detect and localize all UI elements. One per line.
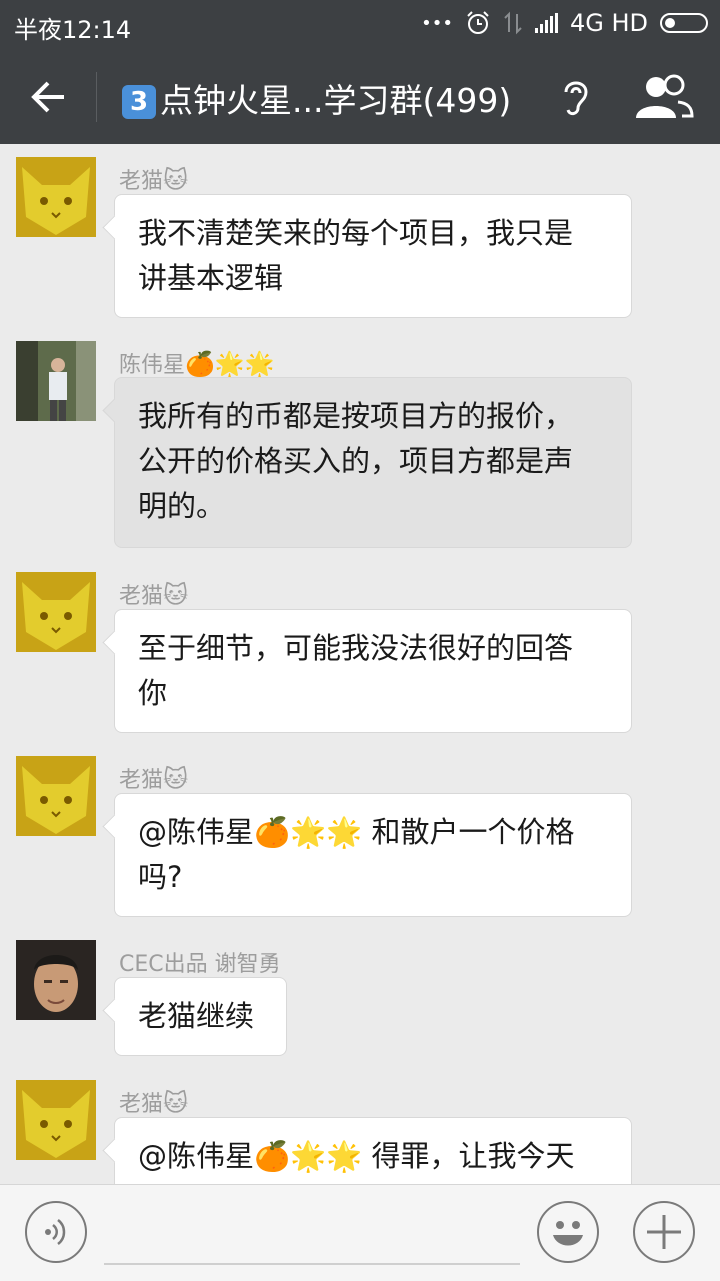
sender-name: 老猫🐱 [119,581,189,609]
group-number-badge: 3 [122,85,156,119]
avatar-person[interactable] [16,341,96,421]
message-text: @陈伟星🍊🌟🌟 和散户一个价格 吗? [138,815,575,894]
group-members-icon[interactable] [632,72,694,122]
status-bar: 半夜12:14 ••• 4G HD [0,0,720,50]
emoji-button[interactable] [537,1201,599,1263]
message-bubble[interactable]: @陈伟星🍊🌟🌟 得罪，让我今天 [114,1117,632,1184]
sender-name: CEC出品 谢智勇 [119,952,281,977]
sender-name: 老猫🐱 [119,1089,189,1117]
avatar-person[interactable] [16,940,96,1020]
message-text: 至于细节，可能我没法很好的回答 你 [138,631,574,710]
cat-avatar-image [22,167,90,235]
sender-emoji: 🍊🌟🌟 [185,350,275,378]
person-avatar-image [16,341,96,421]
message-text: 我不清楚笑来的每个项目，我只是 讲基本逻辑 [138,216,574,295]
chat-header: 3 点钟火星...学习群(499) [0,50,720,144]
data-transfer-icon [504,11,522,35]
alarm-icon [467,11,489,34]
avatar-cat[interactable] [16,756,96,836]
sender-name: 老猫🐱 [119,765,189,793]
chat-title: 3 点钟火星...学习群(499) [122,74,511,122]
sender-emoji: 🐱 [163,166,189,194]
message-text: 老猫继续 [138,999,255,1033]
sender-name: 老猫🐱 [119,166,189,194]
header-divider [96,72,97,122]
sender-name: 陈伟星🍊🌟🌟 [119,350,275,378]
chat-title-text: 点钟火星...学习群(499) [160,81,512,120]
more-button[interactable] [633,1201,695,1263]
network-label: 4G HD [569,9,648,37]
emoji-icon [553,1221,583,1246]
avatar-cat[interactable] [16,157,96,237]
message-bubble[interactable]: 我不清楚笑来的每个项目，我只是 讲基本逻辑 [114,194,632,318]
ear-icon[interactable] [556,76,596,120]
cat-avatar-image [22,1090,90,1158]
message-bubble[interactable]: 我所有的币都是按项目方的报价， 公开的价格买入的，项目方都是声 明的。 [114,377,632,548]
avatar-cat[interactable] [16,1080,96,1160]
avatar-cat[interactable] [16,572,96,652]
plus-icon [647,1215,681,1249]
voice-icon [45,1219,66,1245]
message-text: @陈伟星🍊🌟🌟 得罪，让我今天 [138,1139,575,1173]
cat-avatar-image [22,582,90,650]
sender-emoji: 🐱 [163,765,189,793]
message-bubble[interactable]: 至于细节，可能我没法很好的回答 你 [114,609,632,733]
back-arrow-icon[interactable] [30,72,70,122]
message-bubble[interactable]: 老猫继续 [114,977,287,1056]
notification-dots-icon: ••• [421,12,453,34]
status-icons: ••• 4G HD [421,9,708,37]
voice-button[interactable] [25,1201,87,1263]
message-input[interactable] [104,1263,520,1265]
cat-avatar-image [22,766,90,834]
sender-emoji: 🐱 [163,581,189,609]
message-text: 我所有的币都是按项目方的报价， 公开的价格买入的，项目方都是声 明的。 [138,399,574,523]
battery-icon [660,13,708,33]
signal-icon [534,13,558,33]
message-list[interactable]: 老猫🐱 我不清楚笑来的每个项目，我只是 讲基本逻辑 陈伟星🍊🌟🌟 我所有的币都是… [0,144,720,1184]
person-avatar-image [16,940,96,1020]
message-bubble[interactable]: @陈伟星🍊🌟🌟 和散户一个价格 吗? [114,793,632,917]
status-time: 半夜12:14 [14,16,132,44]
sender-emoji: 🐱 [163,1089,189,1117]
input-bar [0,1184,720,1281]
